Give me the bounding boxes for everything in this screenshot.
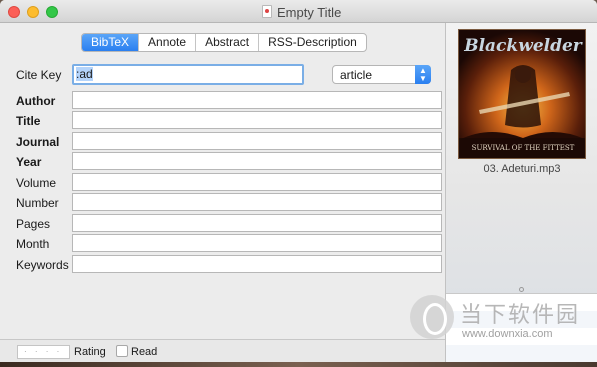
cite-key-label: Cite Key <box>16 68 62 82</box>
read-label: Read <box>131 346 158 358</box>
entry-type-value: article <box>340 68 373 82</box>
year-field[interactable] <box>72 152 442 170</box>
volume-label: Volume <box>16 176 57 190</box>
minimize-button[interactable] <box>27 6 39 18</box>
author-label: Author <box>16 94 56 108</box>
number-field[interactable] <box>72 193 442 211</box>
editor-panel: BibTeX Annote Abstract RSS-Description C… <box>0 23 445 339</box>
watermark-title: 当下软件园 <box>460 303 581 328</box>
month-field[interactable] <box>72 234 442 252</box>
select-arrows-icon: ▲ ▼ <box>415 65 431 84</box>
zoom-button[interactable] <box>46 6 58 18</box>
rating-control[interactable]: · · · · · <box>17 345 70 362</box>
keywords-field[interactable] <box>72 255 442 273</box>
pages-label: Pages <box>16 217 51 231</box>
tab-bibtex[interactable]: BibTeX <box>82 34 140 51</box>
tab-bar: BibTeX Annote Abstract RSS-Description <box>81 33 367 52</box>
rating-label: Rating <box>74 346 106 358</box>
watermark: 当下软件园 www.downxia.com <box>410 295 592 355</box>
journal-label: Journal <box>16 135 60 149</box>
tab-abstract[interactable]: Abstract <box>196 34 260 51</box>
title-label: Title <box>16 114 41 128</box>
entry-type-select[interactable]: article ▲ ▼ <box>332 65 431 84</box>
journal-field[interactable] <box>72 132 442 150</box>
status-bar: · · · · · Rating Read <box>0 339 445 362</box>
year-label: Year <box>16 155 42 169</box>
tab-rss-description[interactable]: RSS-Description <box>259 34 366 51</box>
title-field[interactable] <box>72 111 442 129</box>
keywords-label: Keywords <box>16 258 69 272</box>
desktop-background <box>0 362 597 367</box>
cite-key-value: :ad <box>76 67 93 81</box>
window-title: Empty Title <box>277 5 342 20</box>
month-label: Month <box>16 237 50 251</box>
author-field[interactable] <box>72 91 442 109</box>
number-label: Number <box>16 196 59 210</box>
read-checkbox[interactable] <box>116 345 128 357</box>
cite-key-input[interactable]: :ad <box>72 64 304 85</box>
watermark-logo-icon <box>410 295 454 339</box>
close-button[interactable] <box>8 6 20 18</box>
splitter-handle[interactable] <box>519 287 524 292</box>
album-art[interactable]: Blackwelder SURVIVAL OF THE FITTEST <box>458 29 586 159</box>
album-band-name: Blackwelder <box>464 36 582 56</box>
tab-annote[interactable]: Annote <box>139 34 197 51</box>
album-title: SURVIVAL OF THE FITTEST <box>471 144 575 152</box>
document-icon[interactable] <box>262 5 272 18</box>
watermark-url: www.downxia.com <box>462 328 553 340</box>
pages-field[interactable] <box>72 214 442 232</box>
title-bar[interactable]: Empty Title <box>0 0 597 23</box>
attachment-filename[interactable]: 03. Adeturi.mp3 <box>446 163 597 175</box>
volume-field[interactable] <box>72 173 442 191</box>
